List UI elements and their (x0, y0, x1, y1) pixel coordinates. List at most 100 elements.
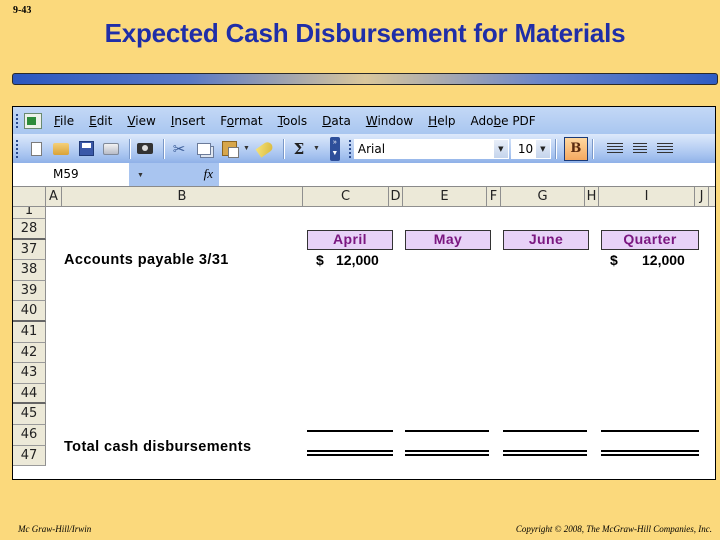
cut-icon: ✂ (172, 140, 186, 158)
copy-button[interactable] (193, 138, 215, 160)
chevron-down-icon[interactable]: ▼ (137, 172, 144, 179)
align-right-icon[interactable] (656, 142, 673, 155)
save-button[interactable] (75, 138, 97, 160)
menu-view[interactable]: View (127, 114, 155, 128)
subtotal-underline (503, 430, 587, 432)
row-headers: 1 28 37 38 39 40 41 42 43 44 45 46 47 (13, 207, 46, 467)
menu-data[interactable]: Data (322, 114, 351, 128)
name-box-dropdown: ▼ fx (129, 163, 219, 186)
toolbar-grip[interactable] (16, 139, 19, 158)
print-preview-icon (103, 142, 119, 155)
print-preview-button[interactable] (100, 138, 122, 160)
quarter-accounts-payable-value[interactable]: 12,000 (642, 252, 685, 268)
chevron-down-icon[interactable]: ▼ (535, 139, 550, 158)
row-header[interactable]: 38 (13, 260, 46, 281)
toolbar-separator (163, 138, 164, 159)
research-button[interactable] (134, 138, 156, 160)
excel-window: File Edit View Insert Format Tools Data … (12, 106, 716, 480)
menu-format[interactable]: Format (220, 114, 262, 128)
menu-grip[interactable] (16, 113, 20, 128)
menu-adobe-pdf[interactable]: Adobe PDF (471, 114, 536, 128)
toolbar-separator (554, 138, 556, 159)
align-left-icon[interactable] (606, 142, 623, 155)
copyright-footer: Copyright © 2008, The McGraw-Hill Compan… (515, 524, 712, 534)
bold-button[interactable]: B (563, 136, 588, 161)
new-button[interactable] (25, 138, 47, 160)
menu-edit[interactable]: Edit (89, 114, 112, 128)
font-size-select[interactable]: 10 ▼ (510, 138, 551, 159)
accounts-payable-label[interactable]: Accounts payable 3/31 (64, 252, 229, 268)
column-header-f[interactable]: F (487, 187, 501, 206)
toolbar-options-icon[interactable]: » ▼ (329, 136, 340, 161)
slide-title: Expected Cash Disbursement for Materials (104, 18, 626, 48)
row-header[interactable]: 37 (13, 239, 46, 261)
column-header-g[interactable]: G (501, 187, 585, 206)
menu-tools[interactable]: Tools (278, 114, 308, 128)
header-cell-quarter[interactable]: Quarter (601, 230, 699, 250)
row-header[interactable]: 41 (13, 321, 46, 343)
menu-window[interactable]: Window (366, 114, 413, 128)
total-cash-disbursements-label[interactable]: Total cash disbursements (64, 439, 251, 455)
formula-input[interactable] (219, 163, 715, 186)
select-all-corner[interactable] (13, 187, 46, 206)
name-box[interactable]: M59 (13, 163, 129, 186)
subtotal-underline (601, 430, 699, 432)
align-center-icon[interactable] (632, 142, 647, 155)
total-double-underline (307, 450, 393, 456)
column-header-h[interactable]: H (585, 187, 599, 206)
header-cell-june[interactable]: June (503, 230, 589, 250)
column-headers: A B C D E F G H I J (13, 187, 715, 207)
column-header-j[interactable]: J (695, 187, 709, 206)
toolbar-separator (282, 138, 284, 159)
april-accounts-payable-value[interactable]: 12,000 (336, 252, 379, 268)
autosum-button[interactable]: Σ (288, 138, 310, 160)
menu-insert[interactable]: Insert (171, 114, 205, 128)
header-cell-april[interactable]: April (307, 230, 393, 250)
toolbar-separator (591, 138, 593, 159)
font-name-value: Arial (357, 141, 386, 156)
row-header[interactable]: 44 (13, 383, 46, 405)
save-icon (78, 141, 94, 156)
format-painter-button[interactable] (254, 138, 276, 160)
access-key: D (322, 113, 332, 128)
open-icon (53, 142, 69, 155)
open-button[interactable] (50, 138, 72, 160)
row-header[interactable]: 43 (13, 363, 46, 384)
access-key: I (170, 113, 175, 128)
row-header[interactable]: 47 (13, 445, 46, 467)
access-key: T (277, 113, 283, 128)
access-key: V (127, 113, 136, 128)
chevron-down-icon[interactable]: ▼ (493, 139, 508, 158)
font-name-select[interactable]: Arial ▼ (353, 138, 509, 159)
column-header-c[interactable]: C (303, 187, 389, 206)
row-header[interactable]: 40 (13, 301, 46, 322)
standard-toolbar: ✂ ▼ Σ ▼ » ▼ Arial ▼ 10 ▼ B (13, 134, 715, 163)
cut-button[interactable]: ✂ (168, 138, 190, 160)
column-header-i[interactable]: I (599, 187, 695, 206)
camera-icon (137, 143, 153, 154)
excel-app-icon[interactable] (24, 112, 42, 129)
column-header-d[interactable]: D (389, 187, 403, 206)
row-header[interactable]: 45 (13, 404, 46, 425)
row-header[interactable]: 1 (13, 207, 46, 219)
menu-file[interactable]: File (54, 114, 74, 128)
row-header[interactable]: 28 (13, 219, 46, 240)
subtotal-underline (307, 430, 393, 432)
access-key: b (493, 113, 502, 128)
column-header-e[interactable]: E (403, 187, 487, 206)
insert-function-icon[interactable]: fx (204, 166, 213, 182)
autosum-icon: Σ (293, 139, 305, 158)
access-key: F (54, 113, 61, 128)
header-cell-may[interactable]: May (405, 230, 491, 250)
menu-help[interactable]: Help (428, 114, 455, 128)
row-header[interactable]: 39 (13, 280, 46, 302)
paste-dropdown-icon[interactable]: ▼ (243, 145, 250, 152)
row-header[interactable]: 46 (13, 424, 46, 446)
column-header-b[interactable]: B (62, 187, 303, 206)
paste-button[interactable] (218, 138, 240, 160)
autosum-dropdown-icon[interactable]: ▼ (313, 145, 320, 152)
april-currency-symbol: $ (316, 252, 324, 268)
row-header[interactable]: 42 (13, 342, 46, 364)
formatting-toolbar-grip[interactable] (348, 139, 352, 158)
column-header-a[interactable]: A (46, 187, 62, 206)
